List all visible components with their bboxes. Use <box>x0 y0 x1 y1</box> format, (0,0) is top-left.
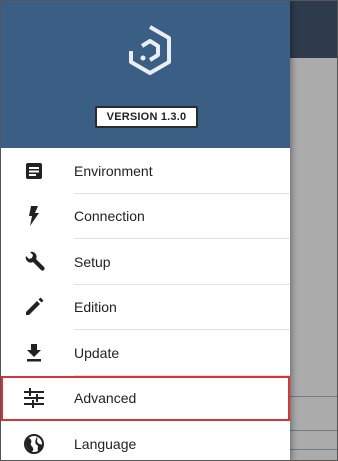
background-divider <box>290 396 337 397</box>
background-divider <box>290 449 337 450</box>
menu-item-connection[interactable]: Connection <box>1 194 290 239</box>
app-logo-icon <box>129 25 171 75</box>
menu-item-edition[interactable]: Edition <box>1 285 290 330</box>
pencil-icon <box>23 296 45 318</box>
version-badge: VERSION 1.3.0 <box>95 106 198 128</box>
menu-item-label: Update <box>74 344 120 361</box>
navigation-drawer: VERSION 1.3.0 Environment Connection Set… <box>1 1 290 460</box>
menu-item-label: Advanced <box>74 390 137 407</box>
drawer-menu: Environment Connection Setup Edition Upd… <box>1 148 290 460</box>
document-icon <box>23 160 45 182</box>
drawer-header: VERSION 1.3.0 <box>1 1 290 148</box>
menu-item-label: Language <box>74 435 137 452</box>
globe-icon <box>23 433 45 455</box>
menu-item-label: Edition <box>74 299 117 316</box>
menu-item-label: Environment <box>74 162 153 179</box>
wrench-icon <box>23 251 45 273</box>
app-frame: VERSION 1.3.0 Environment Connection Set… <box>0 0 338 461</box>
lightning-icon <box>23 205 45 227</box>
menu-item-language[interactable]: Language <box>1 421 290 460</box>
sliders-icon <box>23 387 45 409</box>
background-divider <box>290 430 337 431</box>
menu-item-label: Connection <box>74 208 145 225</box>
menu-item-update[interactable]: Update <box>1 330 290 376</box>
menu-item-setup[interactable]: Setup <box>1 239 290 285</box>
menu-item-environment[interactable]: Environment <box>1 148 290 194</box>
menu-item-label: Setup <box>74 253 111 270</box>
download-icon <box>23 342 45 364</box>
background-content <box>290 58 337 460</box>
menu-item-advanced[interactable]: Advanced <box>1 375 290 421</box>
